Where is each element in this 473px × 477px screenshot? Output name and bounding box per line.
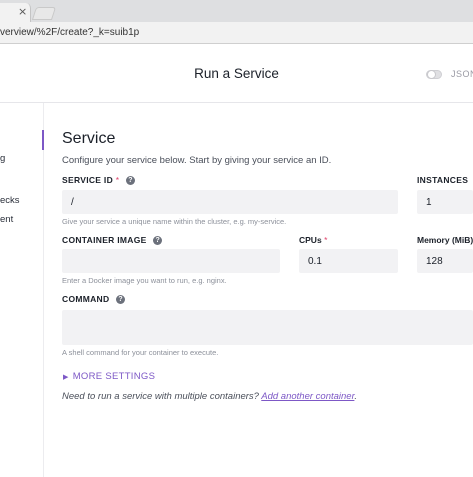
section-title: Service — [62, 130, 116, 147]
service-id-value: / — [71, 197, 74, 208]
multi-container-prompt: Need to run a service with multiple cont… — [62, 391, 357, 402]
toggle-knob — [427, 70, 436, 79]
section-description: Configure your service below. Start by g… — [62, 155, 332, 166]
modal-header: Run a Service JSON — [0, 44, 473, 103]
container-image-label: CONTAINER IMAGE ? — [62, 235, 163, 246]
memory-value: 128 — [426, 256, 443, 267]
command-textarea[interactable] — [62, 310, 473, 345]
caret-right-icon: ▶ — [63, 374, 69, 381]
cpus-input[interactable]: 0.1 — [299, 249, 398, 273]
json-toggle-label: JSON — [451, 69, 473, 79]
nav-active-indicator — [42, 130, 44, 150]
cpus-label-text: CPUs — [299, 235, 322, 245]
browser-tab-strip: × — [0, 0, 473, 22]
container-image-hint: Enter a Docker image you want to run, e.… — [62, 276, 227, 285]
instances-value: 1 — [426, 197, 432, 208]
required-mark: * — [324, 235, 328, 245]
multi-container-suffix: . — [354, 391, 358, 402]
instances-label-text: INSTANCES — [417, 175, 469, 185]
page-title: Run a Service — [194, 66, 279, 81]
service-id-label: SERVICE ID * ? — [62, 175, 135, 186]
service-id-input[interactable]: / — [62, 190, 398, 214]
command-label: COMMAND ? — [62, 294, 126, 305]
more-settings-toggle[interactable]: ▶ MORE SETTINGS — [63, 371, 155, 382]
command-hint: A shell command for your container to ex… — [62, 348, 219, 357]
instances-input[interactable]: 1 — [417, 190, 473, 214]
memory-input[interactable]: 128 — [417, 249, 473, 273]
sidebar-item-environment[interactable]: ent — [0, 214, 13, 225]
address-bar[interactable]: verview/%2F/create?_k=suib1p — [0, 22, 473, 44]
service-id-label-text: SERVICE ID — [62, 175, 114, 185]
sidebar-item-health-checks[interactable]: ecks — [0, 195, 20, 206]
sidebar-item-general[interactable]: g — [0, 153, 5, 164]
cpus-value: 0.1 — [308, 256, 322, 267]
instances-label: INSTANCES — [417, 175, 468, 185]
command-label-text: COMMAND — [62, 294, 110, 304]
help-icon[interactable]: ? — [116, 295, 126, 305]
container-image-input[interactable] — [62, 249, 280, 273]
sidebar-nav: g ecks ent — [0, 103, 45, 477]
help-icon[interactable]: ? — [153, 236, 163, 246]
help-icon[interactable]: ? — [125, 176, 135, 186]
url-text[interactable]: verview/%2F/create?_k=suib1p — [0, 27, 139, 38]
container-image-label-text: CONTAINER IMAGE — [62, 235, 147, 245]
service-id-hint: Give your service a unique name within t… — [62, 217, 287, 226]
memory-label-text: Memory (MiB) — [417, 235, 473, 245]
nav-divider — [43, 103, 44, 477]
new-tab-button[interactable] — [31, 7, 57, 20]
required-mark: * — [115, 175, 120, 185]
tab-close-icon[interactable]: × — [18, 5, 27, 18]
json-editor-toggle[interactable] — [426, 70, 442, 79]
browser-tab[interactable]: × — [0, 3, 31, 22]
add-another-container-link[interactable]: Add another container — [261, 391, 354, 402]
more-settings-label: MORE SETTINGS — [72, 371, 156, 382]
multi-container-text: Need to run a service with multiple cont… — [62, 391, 259, 402]
memory-label: Memory (MiB) — [417, 235, 473, 245]
cpus-label: CPUs * — [299, 235, 327, 245]
